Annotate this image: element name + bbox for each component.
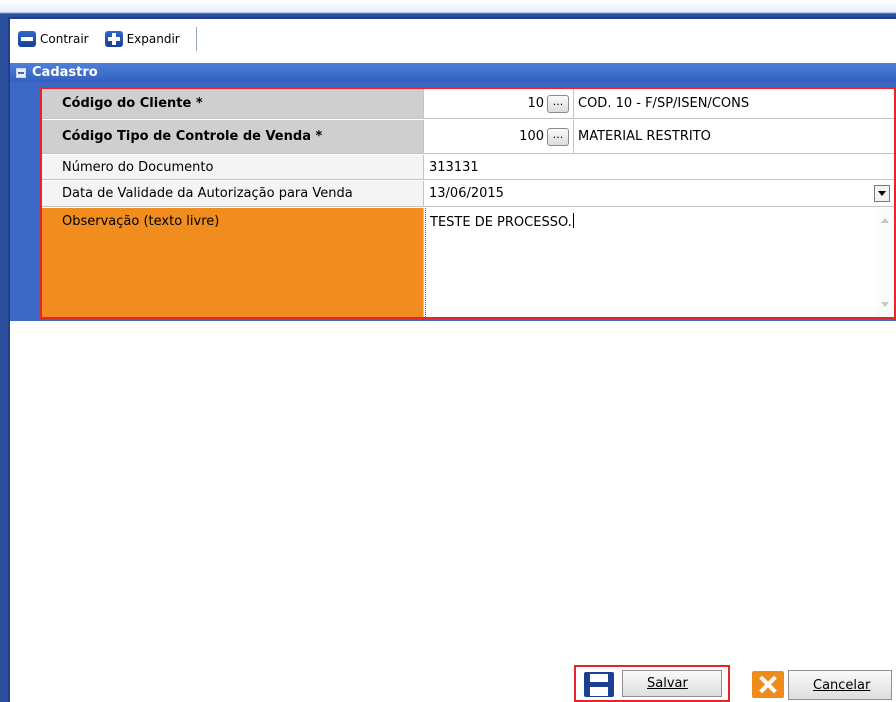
form-grid: Código do Cliente * 10 ... COD. 10 - F/S… xyxy=(40,87,896,319)
toolbar-separator xyxy=(195,27,197,51)
row-observacao: Observação (texto livre) TESTE DE PROCES… xyxy=(42,208,894,317)
field-label: Código Tipo de Controle de Venda * xyxy=(42,120,424,153)
cliente-lookup-button[interactable]: ... xyxy=(547,94,569,113)
scrollbar[interactable] xyxy=(876,208,894,317)
plus-icon xyxy=(104,31,123,47)
save-icon xyxy=(584,672,614,697)
cliente-code-input[interactable]: 10 xyxy=(429,96,547,111)
field-label: Observação (texto livre) xyxy=(42,208,424,317)
row-tipo-controle: Código Tipo de Controle de Venda * 100 .… xyxy=(42,120,894,154)
cancel-label: Cancelar xyxy=(813,677,871,693)
tipo-controle-code-input[interactable]: 100 xyxy=(429,129,547,144)
save-button[interactable]: Salvar xyxy=(574,665,730,702)
field-label: Código do Cliente * xyxy=(42,89,424,118)
save-button-face[interactable]: Salvar xyxy=(622,670,722,697)
tipo-controle-description: MATERIAL RESTRITO xyxy=(573,120,711,153)
field-value: 10 ... COD. 10 - F/SP/ISEN/CONS xyxy=(425,89,894,118)
data-validade-value: 13/06/2015 xyxy=(429,186,504,201)
numero-documento-input[interactable]: 313131 xyxy=(425,155,894,179)
minus-icon xyxy=(18,31,36,47)
expand-label: Expandir xyxy=(126,32,180,46)
expand-button[interactable]: Expandir xyxy=(101,26,184,52)
data-validade-input[interactable]: 13/06/2015 xyxy=(425,181,894,206)
scroll-up-icon[interactable] xyxy=(881,218,889,223)
observacao-textarea[interactable]: TESTE DE PROCESSO. xyxy=(425,208,894,317)
chevron-down-icon[interactable] xyxy=(874,185,890,202)
section-title: Cadastro xyxy=(32,65,98,80)
row-codigo-cliente: Código do Cliente * 10 ... COD. 10 - F/S… xyxy=(42,89,894,119)
cliente-description: COD. 10 - F/SP/ISEN/CONS xyxy=(573,89,749,118)
text-caret xyxy=(572,213,574,228)
section-header[interactable]: Cadastro xyxy=(10,63,896,82)
cancel-button[interactable]: Cancelar xyxy=(752,668,892,702)
toolbar: Contrair Expandir xyxy=(10,19,896,59)
observacao-text: TESTE DE PROCESSO. xyxy=(430,213,574,230)
field-value: 100 ... MATERIAL RESTRITO xyxy=(425,120,894,153)
collapse-button[interactable]: Contrair xyxy=(14,26,93,52)
observacao-value: TESTE DE PROCESSO. xyxy=(430,215,572,230)
cancel-button-face[interactable]: Cancelar xyxy=(788,670,892,700)
main-window: Contrair Expandir Cadastro Código do Cli… xyxy=(8,17,896,702)
collapse-box-icon[interactable] xyxy=(16,67,26,78)
save-label: Salvar xyxy=(647,676,688,691)
field-label: Número do Documento xyxy=(42,155,424,179)
field-label: Data de Validade da Autorização para Ven… xyxy=(42,181,424,206)
collapse-label: Contrair xyxy=(40,32,89,46)
close-icon xyxy=(752,671,784,698)
row-data-validade: Data de Validade da Autorização para Ven… xyxy=(42,181,894,207)
row-numero-documento: Número do Documento 313131 xyxy=(42,155,894,180)
tipo-controle-lookup-button[interactable]: ... xyxy=(547,127,569,146)
scroll-down-icon[interactable] xyxy=(881,302,889,307)
